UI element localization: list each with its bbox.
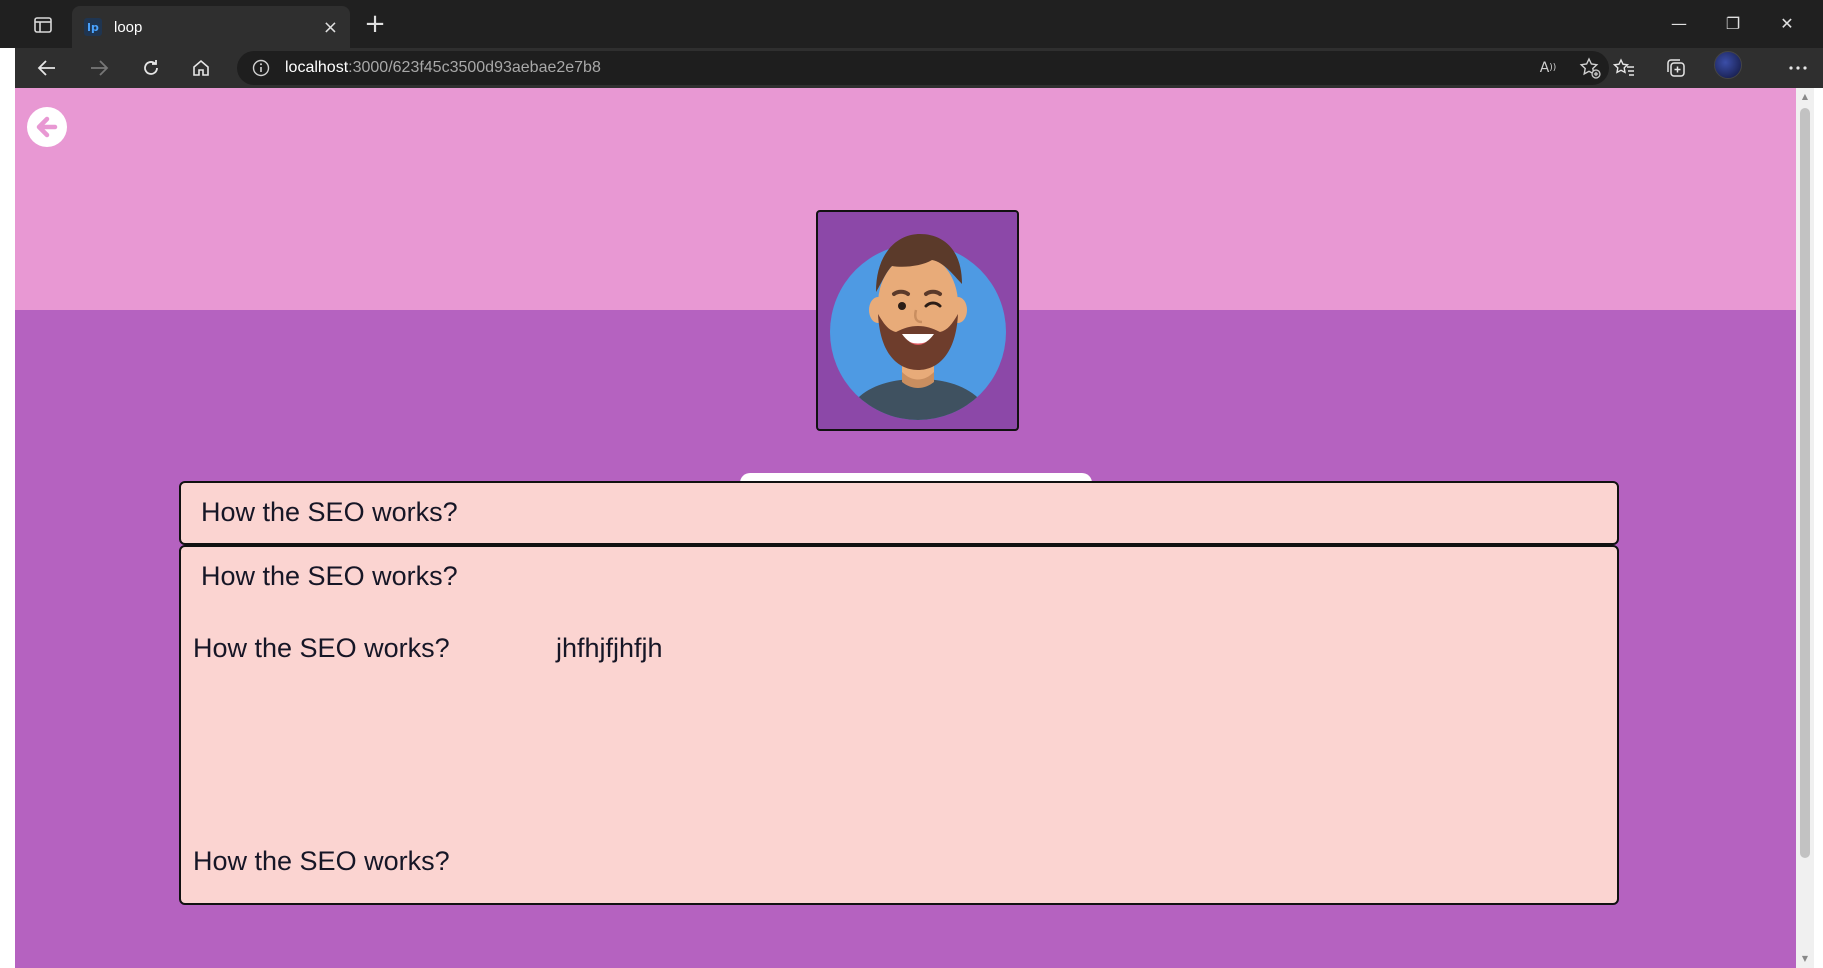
- tab-actions-icon[interactable]: [28, 11, 58, 39]
- question-text: How the SEO works?: [193, 633, 450, 663]
- scroll-down-icon[interactable]: ▼: [1800, 954, 1810, 964]
- back-icon[interactable]: [31, 54, 63, 82]
- url-path: :3000/623f45c3500d93aebae2e7b8: [348, 59, 601, 76]
- back-button[interactable]: [27, 107, 67, 147]
- arrow-left-icon: [28, 108, 66, 146]
- question-title: How the SEO works?: [201, 561, 458, 591]
- refresh-icon[interactable]: [135, 54, 167, 82]
- question-card[interactable]: How the SEO works?: [179, 481, 1619, 545]
- browser-toolbar: localhost:3000/623f45c3500d93aebae2e7b8 …: [15, 48, 1823, 88]
- minimize-button[interactable]: —: [1656, 10, 1702, 38]
- restore-button[interactable]: ❐: [1710, 10, 1756, 38]
- favorites-icon[interactable]: [1608, 54, 1640, 82]
- add-favorite-icon[interactable]: [1575, 56, 1605, 80]
- forward-icon: [83, 54, 115, 82]
- tab-close-icon[interactable]: ×: [323, 17, 338, 38]
- page-scrollbar[interactable]: ▲ ▼: [1796, 88, 1814, 968]
- question-title: How the SEO works?: [201, 497, 458, 527]
- browser-profile-avatar[interactable]: [1714, 51, 1742, 79]
- more-menu-icon[interactable]: [1782, 54, 1814, 82]
- new-tab-button[interactable]: +: [360, 10, 390, 38]
- window-edge: [1814, 88, 1823, 968]
- read-aloud-icon[interactable]: A)): [1533, 56, 1563, 80]
- address-bar[interactable]: localhost:3000/623f45c3500d93aebae2e7b8 …: [237, 51, 1609, 85]
- scroll-thumb[interactable]: [1800, 108, 1810, 858]
- avatar-illustration: [830, 234, 1006, 420]
- home-icon[interactable]: [185, 54, 217, 82]
- collections-icon[interactable]: [1660, 54, 1692, 82]
- question-text-footer: How the SEO works?: [193, 846, 450, 876]
- close-window-button[interactable]: ✕: [1764, 10, 1810, 38]
- url-host: localhost: [285, 59, 349, 76]
- scroll-up-icon[interactable]: ▲: [1800, 92, 1810, 102]
- tab-favicon-icon: lp: [84, 18, 102, 36]
- answer-text: jhfhjfjhfjh: [556, 633, 663, 663]
- browser-tab[interactable]: lp loop ×: [72, 6, 350, 48]
- profile-avatar-card: [816, 210, 1019, 431]
- tab-title: loop: [114, 18, 143, 36]
- site-info-icon[interactable]: [251, 58, 271, 78]
- question-card-expanded[interactable]: How the SEO works? How the SEO works? jh…: [179, 545, 1619, 905]
